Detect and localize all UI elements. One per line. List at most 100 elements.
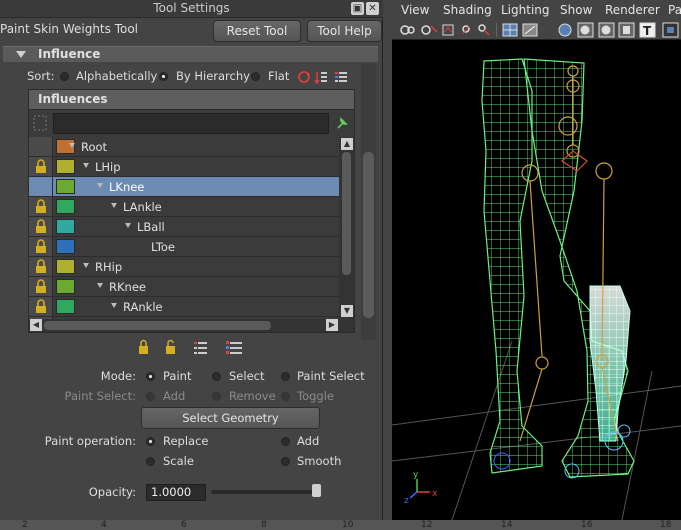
- smooth-shade-icon[interactable]: [522, 23, 538, 37]
- opacity-slider[interactable]: [211, 490, 319, 494]
- texture-icon[interactable]: [577, 22, 594, 38]
- influence-color-swatch[interactable]: [56, 279, 75, 294]
- paint-op-add-label[interactable]: Add: [297, 434, 319, 448]
- influence-color-swatch[interactable]: [56, 199, 75, 214]
- influence-row[interactable]: LBall: [29, 217, 339, 237]
- influence-row[interactable]: RHip: [29, 257, 339, 277]
- scroll-right-arrow-icon[interactable]: ▶: [326, 319, 338, 331]
- pin-icon[interactable]: [335, 116, 349, 130]
- influence-row[interactable]: RAnkle: [29, 297, 339, 317]
- camera-icon[interactable]: [400, 25, 415, 35]
- influence-color-swatch[interactable]: [56, 179, 75, 194]
- influence-lock-toggle[interactable]: [29, 137, 53, 156]
- reset-tool-button[interactable]: Reset Tool: [213, 20, 301, 42]
- mode-paint-label[interactable]: Paint: [163, 369, 191, 383]
- sort-alphabetically-label[interactable]: Alphabetically: [76, 69, 157, 83]
- sort-alphabetically-radio[interactable]: [60, 72, 69, 81]
- scroll-up-arrow-icon[interactable]: ▲: [341, 138, 353, 150]
- expand-triangle-icon[interactable]: [111, 303, 117, 308]
- paint-op-scale-radio[interactable]: [146, 457, 155, 466]
- image-plane-icon[interactable]: [462, 25, 470, 35]
- panel-scrollbar-thumb[interactable]: [363, 152, 374, 318]
- menu-view[interactable]: View: [401, 3, 429, 17]
- camera-attributes-icon[interactable]: [421, 25, 438, 35]
- refresh-icon[interactable]: [298, 71, 310, 83]
- paint-select-add-label[interactable]: Add: [163, 389, 185, 403]
- influence-filter-input[interactable]: [53, 113, 329, 134]
- filter-lock-icon[interactable]: [33, 115, 47, 131]
- influence-tree-hscrollbar[interactable]: ◀ ▶: [29, 319, 354, 332]
- paint-select-remove-label[interactable]: Remove: [229, 389, 276, 403]
- sort-by-hierarchy-label[interactable]: By Hierarchy: [176, 69, 250, 83]
- menu-renderer[interactable]: Renderer: [605, 3, 660, 17]
- paint-select-toggle-label[interactable]: Toggle: [297, 389, 334, 403]
- select-geometry-button[interactable]: Select Geometry: [141, 407, 320, 429]
- 3d-viewport-canvas[interactable]: y x z: [391, 41, 681, 521]
- paint-op-add-radio[interactable]: [281, 437, 290, 446]
- expand-triangle-icon[interactable]: [97, 283, 103, 288]
- influence-section-header[interactable]: Influence: [3, 46, 378, 62]
- influence-color-swatch[interactable]: [56, 219, 75, 234]
- menu-lighting[interactable]: Lighting: [501, 3, 550, 17]
- paint-select-toggle-radio[interactable]: [281, 392, 290, 401]
- lock-list-icon[interactable]: [194, 342, 207, 354]
- influence-row[interactable]: LHip: [29, 157, 339, 177]
- lights-icon[interactable]: [598, 22, 615, 38]
- wireframe-icon[interactable]: [502, 23, 518, 37]
- bookmark-icon[interactable]: [442, 24, 454, 36]
- shadow-icon[interactable]: [618, 22, 635, 38]
- expand-triangle-icon[interactable]: [125, 223, 131, 228]
- influence-row[interactable]: Root: [29, 137, 339, 157]
- color-list-icon[interactable]: [226, 341, 242, 354]
- xray-icon[interactable]: T: [639, 22, 656, 38]
- grid-icon[interactable]: [478, 24, 490, 36]
- menu-shading[interactable]: Shading: [443, 3, 492, 17]
- paint-op-scale-label[interactable]: Scale: [163, 454, 194, 468]
- influence-row[interactable]: LKnee: [29, 177, 339, 197]
- influence-lock-toggle[interactable]: [29, 277, 53, 296]
- tool-settings-title-bar[interactable]: Tool Settings ▣ ✕: [0, 0, 383, 18]
- expand-triangle-icon[interactable]: [83, 263, 89, 268]
- mode-select-radio[interactable]: [212, 372, 221, 381]
- paint-op-replace-label[interactable]: Replace: [163, 434, 209, 448]
- filter-list-icon[interactable]: [335, 72, 347, 82]
- influence-row[interactable]: LAnkle: [29, 197, 339, 217]
- close-window-button[interactable]: ✕: [366, 2, 379, 15]
- influence-row[interactable]: RKnee: [29, 277, 339, 297]
- paint-op-smooth-radio[interactable]: [281, 457, 290, 466]
- opacity-slider-handle[interactable]: [312, 484, 321, 497]
- sort-by-hierarchy-radio[interactable]: [159, 72, 168, 81]
- influence-lock-toggle[interactable]: [29, 257, 53, 276]
- influence-color-swatch[interactable]: [56, 159, 75, 174]
- paint-op-replace-radio[interactable]: [146, 437, 155, 446]
- influence-tree-vscrollbar[interactable]: ▲ ▼: [339, 137, 354, 319]
- scroll-down-arrow-icon[interactable]: ▼: [341, 305, 353, 317]
- mode-paint-select-radio[interactable]: [281, 372, 290, 381]
- panel-scrollbar[interactable]: [361, 64, 376, 340]
- influence-row[interactable]: LToe: [29, 237, 339, 257]
- time-slider-ruler[interactable]: 2 4 6 8 10 12 14 16 18: [0, 520, 681, 530]
- influence-lock-toggle[interactable]: [29, 197, 53, 216]
- influence-color-swatch[interactable]: [56, 299, 75, 314]
- lock-selected-icon[interactable]: [139, 339, 148, 355]
- paint-select-remove-radio[interactable]: [212, 392, 221, 401]
- influence-color-swatch[interactable]: [56, 259, 75, 274]
- scroll-left-arrow-icon[interactable]: ◀: [30, 319, 42, 331]
- paint-select-add-radio[interactable]: [146, 392, 155, 401]
- influence-lock-toggle[interactable]: [29, 157, 53, 176]
- expand-triangle-icon[interactable]: [97, 183, 103, 188]
- isolate-icon[interactable]: [662, 22, 679, 38]
- menu-show[interactable]: Show: [560, 3, 592, 17]
- menu-panels[interactable]: Pa: [668, 3, 681, 17]
- influence-lock-toggle[interactable]: [29, 177, 53, 196]
- expand-triangle-icon[interactable]: [83, 163, 89, 168]
- influence-tree-hscroll-thumb[interactable]: [44, 321, 271, 330]
- influence-lock-toggle[interactable]: [29, 237, 53, 256]
- influence-color-swatch[interactable]: [56, 239, 75, 254]
- mode-paint-select-label[interactable]: Paint Select: [297, 369, 365, 383]
- sort-order-icon[interactable]: [314, 72, 327, 85]
- expand-triangle-icon[interactable]: [111, 203, 117, 208]
- sort-flat-label[interactable]: Flat: [268, 69, 289, 83]
- mode-paint-radio[interactable]: [146, 372, 155, 381]
- influence-lock-toggle[interactable]: [29, 297, 53, 316]
